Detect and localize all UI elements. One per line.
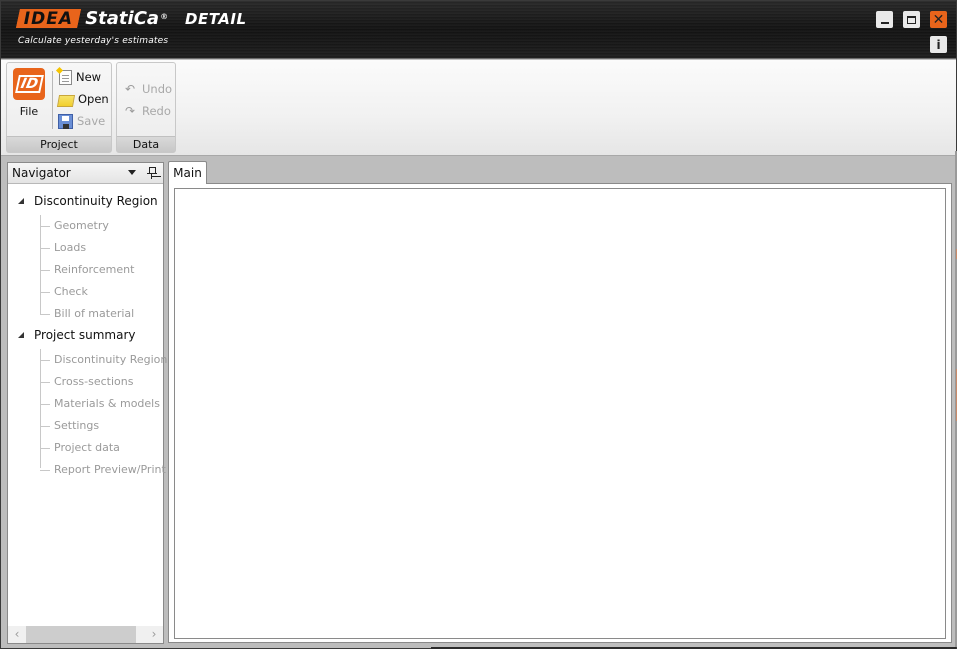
app-window: IDEA StatiCa® DETAIL Calculate yesterday…: [0, 0, 957, 649]
open-button[interactable]: Open: [56, 89, 109, 109]
tree-node-label: Discontinuity Region: [34, 194, 158, 208]
tree-item-geometry[interactable]: Geometry: [54, 215, 109, 237]
tree-connector: [40, 226, 50, 227]
close-icon: ✕: [932, 11, 945, 28]
tree-connector: [40, 404, 50, 405]
undo-icon: ↶: [124, 82, 136, 96]
tree-item-reinforcement[interactable]: Reinforcement: [54, 259, 134, 281]
ribbon-group-label-project: Project: [7, 136, 111, 152]
tree-connector-line: [40, 349, 41, 468]
navigator-header: Navigator: [8, 163, 163, 184]
tree-connector: [40, 382, 50, 383]
navigator-title: Navigator: [12, 166, 71, 180]
redo-button[interactable]: ↷ Redo: [122, 101, 171, 121]
tree-connector: [40, 314, 50, 315]
save-button[interactable]: Save: [58, 111, 105, 131]
tree-item-settings[interactable]: Settings: [54, 415, 99, 437]
tree-item-loads[interactable]: Loads: [54, 237, 86, 259]
idea-statica-logo: IDEA StatiCa®: [15, 8, 169, 29]
file-button[interactable]: ID File: [11, 67, 47, 121]
tree-item-project-data[interactable]: Project data: [54, 437, 120, 459]
maximize-button[interactable]: [903, 11, 920, 28]
pin-stem: [151, 174, 152, 179]
tab-main[interactable]: Main: [168, 161, 207, 184]
redo-icon: ↷: [124, 104, 136, 118]
tree-item-discontinuity-region[interactable]: Discontinuity Region: [54, 349, 167, 371]
navigator-dropdown-icon[interactable]: [128, 170, 136, 175]
tree-connector: [40, 248, 50, 249]
close-button[interactable]: ✕: [930, 11, 947, 28]
save-disk-icon: [58, 113, 73, 129]
new-document-icon: [59, 69, 72, 85]
tree-item-check[interactable]: Check: [54, 281, 88, 303]
ribbon: ID File New Open Save Project ↶ Undo ↷ R…: [1, 60, 956, 156]
main-canvas[interactable]: [174, 188, 946, 639]
ribbon-separator: [52, 71, 53, 129]
app-name: DETAIL: [185, 10, 247, 28]
minimize-icon: [880, 21, 889, 24]
pin-icon[interactable]: [147, 166, 157, 180]
info-button[interactable]: i: [930, 36, 947, 53]
tree-node-label: Project summary: [34, 328, 136, 342]
info-icon: i: [936, 37, 941, 52]
tree-item-cross-sections[interactable]: Cross-sections: [54, 371, 133, 393]
tree-connector: [40, 426, 50, 427]
minimize-button[interactable]: [876, 11, 893, 28]
tree-connector: [40, 448, 50, 449]
tree-connector-line: [40, 215, 41, 314]
title-bar: IDEA StatiCa® DETAIL Calculate yesterday…: [1, 1, 956, 59]
tree-connector: [40, 292, 50, 293]
save-button-label: Save: [77, 114, 106, 128]
registered-mark: ®: [160, 12, 169, 21]
expand-collapse-icon[interactable]: [18, 198, 24, 204]
undo-button-label: Undo: [142, 82, 173, 96]
expand-collapse-icon[interactable]: [18, 332, 24, 338]
new-button[interactable]: New: [58, 67, 101, 87]
navigator-horizontal-scrollbar[interactable]: ‹ ›: [8, 626, 163, 643]
new-button-label: New: [76, 70, 102, 84]
redo-button-label: Redo: [142, 104, 171, 118]
logo-statica-text: StatiCa®: [85, 8, 169, 29]
ribbon-group-project: ID File New Open Save Project: [6, 62, 112, 153]
maximize-icon: [907, 15, 916, 24]
logo-idea-mark: IDEA: [15, 9, 82, 29]
tree-item-bill-of-material[interactable]: Bill of material: [54, 303, 134, 325]
main-document-frame: [168, 183, 952, 643]
scroll-right-icon[interactable]: ›: [145, 626, 163, 643]
undo-button[interactable]: ↶ Undo: [122, 79, 172, 99]
navigator-panel: Navigator Discontinuity Region Geometry …: [7, 162, 167, 644]
tagline: Calculate yesterday's estimates: [18, 36, 169, 46]
tree-connector: [40, 270, 50, 271]
open-button-label: Open: [78, 92, 109, 106]
file-menu-icon: ID: [13, 68, 45, 100]
tree-connector: [40, 470, 50, 471]
ribbon-group-data: ↶ Undo ↷ Redo Data: [116, 62, 176, 153]
tree-item-report-preview-print[interactable]: Report Preview/Print: [54, 459, 166, 481]
file-button-label: File: [19, 105, 39, 118]
scroll-left-icon[interactable]: ‹: [8, 626, 26, 643]
ribbon-group-label-data: Data: [117, 136, 175, 152]
scrollbar-thumb[interactable]: [26, 626, 136, 643]
tree-item-materials-models[interactable]: Materials & models: [54, 393, 160, 415]
open-folder-icon: [56, 94, 76, 107]
tree-connector: [40, 360, 50, 361]
